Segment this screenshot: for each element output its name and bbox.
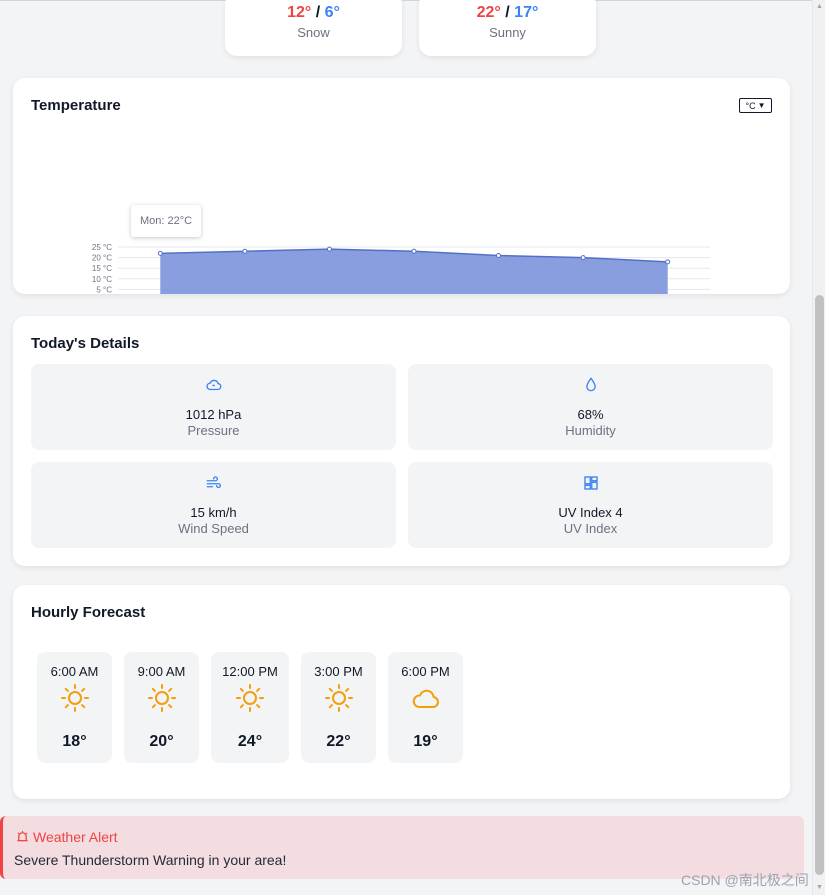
- detail-label: Humidity: [565, 423, 616, 438]
- data-point: [242, 248, 248, 254]
- detail-value: UV Index 4: [558, 505, 623, 520]
- hourly-item: 3:00 PM 22°: [301, 652, 376, 763]
- details-title: Today's Details: [31, 335, 140, 352]
- data-point: [326, 246, 332, 252]
- hour-temp: 22°: [326, 733, 351, 750]
- detail-label: UV Index: [563, 521, 618, 536]
- detail-value: 15 km/h: [190, 505, 237, 520]
- sun-icon: [147, 684, 176, 712]
- high-temp: 12°: [287, 4, 312, 21]
- y-tick-label: 5 °C: [96, 285, 112, 294]
- hour-time: 3:00 PM: [314, 664, 363, 679]
- forecast-card-snow[interactable]: 12° / 6° Snow: [225, 0, 402, 56]
- data-point: [580, 255, 586, 261]
- hour-time: 9:00 AM: [137, 664, 186, 679]
- hour-time: 6:00 AM: [50, 664, 99, 679]
- forecast-card-sunny[interactable]: 22° / 17° Sunny: [419, 0, 596, 56]
- detail-wind-speed: 15 km/h Wind Speed: [31, 462, 396, 548]
- sun-icon: [236, 684, 264, 712]
- temp-separator: /: [315, 4, 325, 21]
- hour-temp: 20°: [149, 733, 174, 750]
- temperature-area: [160, 249, 668, 294]
- hour-temp: 19°: [413, 733, 438, 750]
- high-temp: 22°: [476, 4, 501, 21]
- hour-time: 6:00 PM: [401, 664, 450, 679]
- detail-pressure: 1012 hPa Pressure: [31, 364, 396, 450]
- hour-time: 12:00 PM: [222, 664, 278, 679]
- alarm-icon: [17, 830, 28, 842]
- alert-message: Severe Thunderstorm Warning in your area…: [14, 852, 287, 868]
- detail-uv-index: UV Index 4 UV Index: [408, 462, 773, 548]
- details-card: Today's Details 1012 hPa Pressure 68% Hu…: [13, 316, 790, 566]
- watermark: CSDN @南北极之间: [681, 872, 809, 888]
- scrollbar-thumb[interactable]: [815, 295, 824, 875]
- y-tick-label: 15 °C: [92, 264, 112, 273]
- alert-title: Weather Alert: [33, 829, 118, 845]
- sun-icon: [324, 684, 353, 712]
- y-tick-label: 25 °C: [92, 243, 112, 252]
- data-point: [665, 259, 671, 265]
- forecast-condition: Snow: [297, 25, 330, 40]
- hourly-item: 6:00 AM 18°: [37, 652, 112, 763]
- data-point: [496, 252, 502, 258]
- data-point: [157, 250, 163, 256]
- window-top-border: [0, 0, 825, 1]
- low-temp: 6°: [324, 4, 340, 21]
- detail-label: Wind Speed: [178, 521, 249, 536]
- detail-label: Pressure: [187, 423, 240, 438]
- hourly-title: Hourly Forecast: [31, 604, 146, 621]
- low-temp: 17°: [514, 4, 539, 21]
- forecast-temps: 22° / 17°: [419, 4, 596, 22]
- cloud-icon: [205, 379, 221, 391]
- forecast-condition: Sunny: [489, 25, 526, 40]
- scroll-down-arrow-icon[interactable]: ▼: [815, 883, 824, 893]
- y-tick-label: 10 °C: [92, 275, 112, 284]
- y-tick-label: 20 °C: [92, 254, 112, 263]
- wind-icon: [206, 476, 221, 489]
- droplet-icon: [585, 377, 596, 392]
- detail-value: 68%: [577, 407, 604, 422]
- temp-separator: /: [505, 4, 515, 21]
- data-point: [411, 248, 417, 254]
- detail-humidity: 68% Humidity: [408, 364, 773, 450]
- chart-tooltip: Mon: 22°C: [131, 205, 201, 237]
- scroll-up-arrow-icon[interactable]: ▲: [815, 2, 824, 12]
- cloud-icon: [412, 689, 439, 708]
- hour-temp: 18°: [62, 733, 87, 750]
- dashboard-icon: [583, 476, 598, 490]
- sun-icon: [60, 684, 89, 712]
- temperature-chart[interactable]: 0 °C5 °C10 °C15 °C20 °C25 °CTueWedThuFri…: [13, 78, 790, 294]
- hourly-item: 12:00 PM 24°: [211, 652, 289, 763]
- forecast-temps: 12° / 6°: [225, 4, 402, 22]
- hourly-item: 9:00 AM 20°: [124, 652, 199, 763]
- detail-value: 1012 hPa: [185, 407, 242, 422]
- hour-temp: 24°: [237, 733, 263, 750]
- temperature-card: Temperature °C ▼ 0 °C5 °C10 °C15 °C20 °C…: [13, 78, 790, 294]
- hourly-item: 6:00 PM 19°: [388, 652, 463, 763]
- scrollbar[interactable]: ▲ ▼: [812, 0, 825, 895]
- hourly-card: Hourly Forecast 6:00 AM 18° 9:00 AM 20°: [13, 585, 790, 799]
